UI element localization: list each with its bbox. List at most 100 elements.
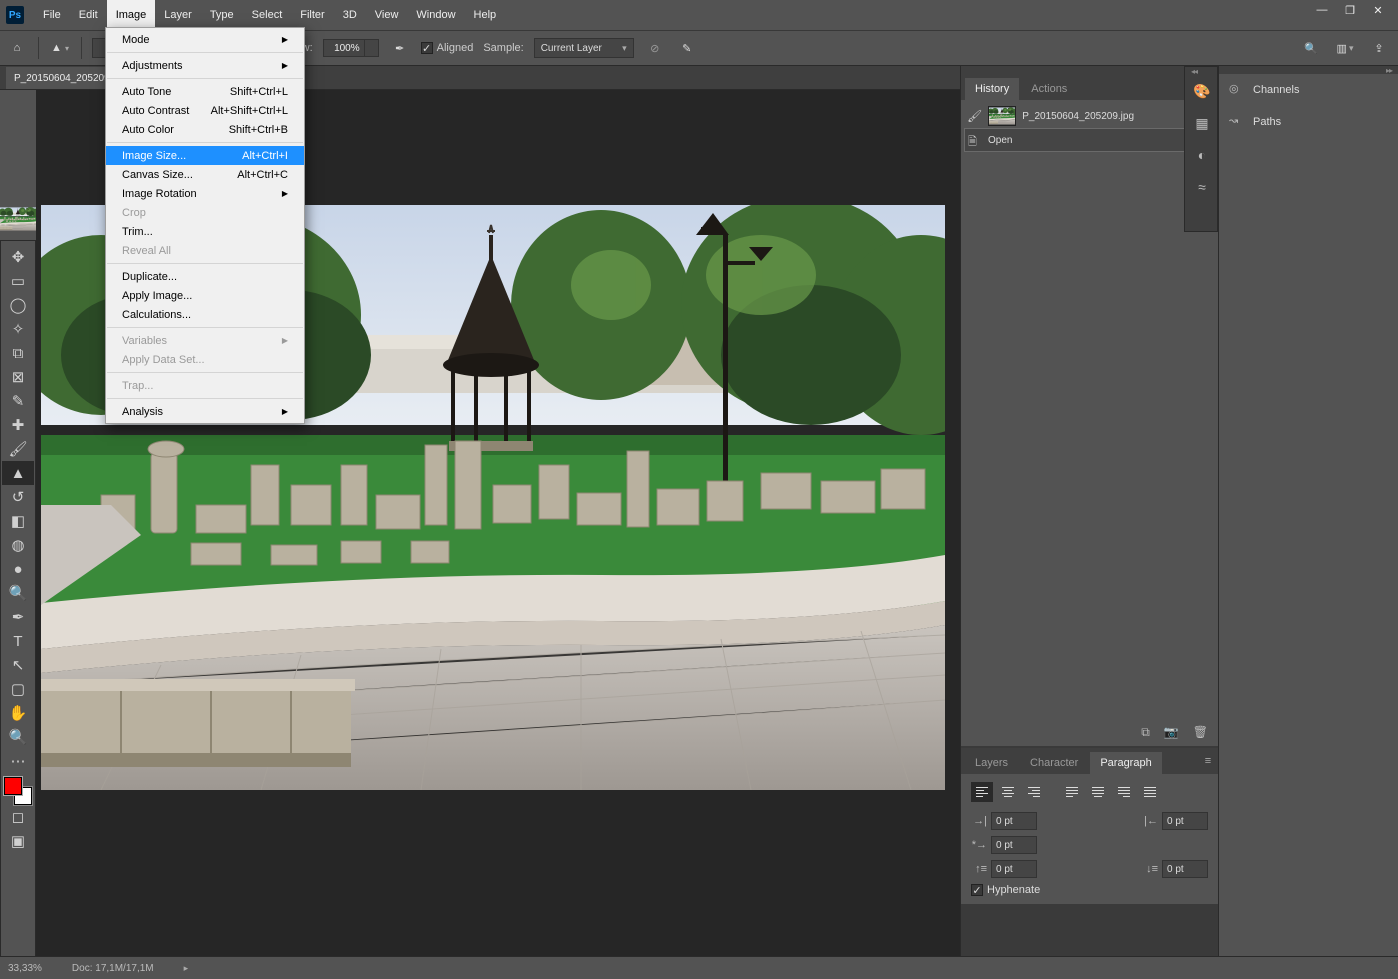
hand-tool[interactable]: ✋: [2, 701, 34, 725]
path-selection-tool[interactable]: ↖: [2, 653, 34, 677]
image-menu-adjustments[interactable]: Adjustments: [106, 56, 304, 75]
hyphenate-checkbox[interactable]: ✓ Hyphenate: [971, 884, 1208, 896]
first-line-field[interactable]: 0 pt: [991, 836, 1037, 854]
quick-mask-toggle[interactable]: ◻: [2, 805, 34, 829]
space-after-field[interactable]: 0 pt: [1162, 860, 1208, 878]
menu-edit[interactable]: Edit: [70, 0, 107, 30]
tool-preset-picker[interactable]: ▲: [49, 37, 71, 59]
menu-window[interactable]: Window: [407, 0, 464, 30]
delete-state-icon[interactable]: 🗑: [1193, 725, 1208, 739]
menu-image[interactable]: Image: [107, 0, 156, 30]
marquee-tool[interactable]: ▭: [2, 269, 34, 293]
paths-panel-button[interactable]: ↝ Paths: [1219, 106, 1398, 138]
tab-paragraph[interactable]: Paragraph: [1090, 752, 1161, 774]
sample-select[interactable]: Current Layer▾: [534, 38, 634, 58]
aligned-checkbox[interactable]: ✓ Aligned: [421, 42, 474, 54]
close-button[interactable]: ✕: [1364, 0, 1392, 20]
new-snapshot-icon[interactable]: 📷: [1164, 725, 1179, 739]
image-menu-image-rotation[interactable]: Image Rotation: [106, 184, 304, 203]
lasso-tool[interactable]: ◯: [2, 293, 34, 317]
align-left-button[interactable]: [971, 782, 993, 802]
minimize-button[interactable]: —: [1308, 0, 1336, 20]
menu-layer[interactable]: Layer: [155, 0, 201, 30]
justify-all-button[interactable]: [1139, 782, 1161, 802]
image-menu-auto-contrast[interactable]: Auto ContrastAlt+Shift+Ctrl+L: [106, 101, 304, 120]
justify-last-right-button[interactable]: [1113, 782, 1135, 802]
frame-tool[interactable]: ⊠: [2, 365, 34, 389]
image-menu-calculations[interactable]: Calculations...: [106, 305, 304, 324]
zoom-level[interactable]: 33,33%: [8, 963, 42, 974]
clone-stamp-tool[interactable]: ▲: [2, 461, 34, 485]
far-right-collapse-handle[interactable]: ▸▸: [1219, 66, 1398, 74]
search-icon[interactable]: 🔍: [1300, 37, 1322, 59]
color-swatches[interactable]: [4, 777, 32, 805]
flow-field[interactable]: 100%: [323, 39, 365, 57]
menu-3d[interactable]: 3D: [334, 0, 366, 30]
indent-left-field[interactable]: 0 pt: [991, 812, 1037, 830]
menu-select[interactable]: Select: [243, 0, 292, 30]
home-icon[interactable]: ⌂: [6, 37, 28, 59]
share-icon[interactable]: ⇪: [1368, 37, 1390, 59]
tab-actions[interactable]: Actions: [1021, 78, 1077, 100]
dodge-tool[interactable]: 🔍: [2, 581, 34, 605]
align-center-button[interactable]: [997, 782, 1019, 802]
dock-collapse-handle[interactable]: ▸▸: [961, 66, 1218, 74]
crop-tool[interactable]: ⧉: [2, 341, 34, 365]
floating-preview-thumb[interactable]: [0, 205, 36, 233]
tab-character[interactable]: Character: [1020, 752, 1088, 774]
new-snapshot-from-state-icon[interactable]: ⧉: [1141, 725, 1150, 740]
image-menu-mode[interactable]: Mode: [106, 30, 304, 49]
maximize-button[interactable]: ❐: [1336, 0, 1364, 20]
image-menu-analysis[interactable]: Analysis: [106, 402, 304, 421]
image-menu-duplicate[interactable]: Duplicate...: [106, 267, 304, 286]
menu-view[interactable]: View: [366, 0, 408, 30]
history-brush-tool[interactable]: ↺: [2, 485, 34, 509]
tab-layers[interactable]: Layers: [965, 752, 1018, 774]
indent-right-field[interactable]: 0 pt: [1162, 812, 1208, 830]
justify-last-center-button[interactable]: [1087, 782, 1109, 802]
menu-type[interactable]: Type: [201, 0, 243, 30]
menu-help[interactable]: Help: [465, 0, 506, 30]
type-tool[interactable]: T: [2, 629, 34, 653]
image-menu-auto-tone[interactable]: Auto ToneShift+Ctrl+L: [106, 82, 304, 101]
magic-wand-tool[interactable]: ✧: [2, 317, 34, 341]
document-tab[interactable]: P_20150604_205209: [6, 67, 118, 89]
foreground-color[interactable]: [4, 777, 22, 795]
airbrush-icon[interactable]: ✒: [389, 37, 411, 59]
history-state-open[interactable]: 🗎 Open: [964, 128, 1215, 152]
pen-tool[interactable]: ✒: [2, 605, 34, 629]
image-menu-apply-image[interactable]: Apply Image...: [106, 286, 304, 305]
edit-toolbar[interactable]: ⋯: [2, 749, 34, 773]
zoom-tool[interactable]: 🔍: [2, 725, 34, 749]
gradient-tool[interactable]: ◍: [2, 533, 34, 557]
image-menu-canvas-size[interactable]: Canvas Size...Alt+Ctrl+C: [106, 165, 304, 184]
blur-tool[interactable]: ●: [2, 557, 34, 581]
styles-panel-icon[interactable]: ≈: [1185, 171, 1219, 203]
menu-filter[interactable]: Filter: [291, 0, 333, 30]
paragraph-panel-menu-icon[interactable]: ≡: [1202, 748, 1214, 774]
image-menu-trim[interactable]: Trim...: [106, 222, 304, 241]
healing-brush-tool[interactable]: ✚: [2, 413, 34, 437]
document-size-label[interactable]: Doc: 17,1M/17,1M: [72, 963, 154, 974]
collapsed-dock-expand-handle[interactable]: ◂◂: [1185, 67, 1217, 75]
screen-mode-toggle[interactable]: ▣: [2, 829, 34, 853]
justify-last-left-button[interactable]: [1061, 782, 1083, 802]
ignore-adjustment-icon[interactable]: ⊘: [644, 37, 666, 59]
color-panel-icon[interactable]: 🎨: [1185, 75, 1219, 107]
brush-tool[interactable]: 🖌: [2, 437, 34, 461]
rectangle-tool[interactable]: ▢: [2, 677, 34, 701]
menu-file[interactable]: File: [34, 0, 70, 30]
status-more-icon[interactable]: ▸: [184, 963, 189, 974]
pressure-size-icon[interactable]: ✎: [676, 37, 698, 59]
image-menu-auto-color[interactable]: Auto ColorShift+Ctrl+B: [106, 120, 304, 139]
workspace-icon[interactable]: ▥▾: [1334, 37, 1356, 59]
eyedropper-tool[interactable]: ✎: [2, 389, 34, 413]
history-source-row[interactable]: 🖌 P_20150604_205209.jpg: [961, 104, 1218, 128]
image-menu-image-size[interactable]: Image Size...Alt+Ctrl+I: [106, 146, 304, 165]
space-before-field[interactable]: 0 pt: [991, 860, 1037, 878]
align-right-button[interactable]: [1023, 782, 1045, 802]
channels-panel-button[interactable]: ◎ Channels: [1219, 74, 1398, 106]
eraser-tool[interactable]: ◧: [2, 509, 34, 533]
adjustments-panel-icon[interactable]: ◐: [1185, 139, 1219, 171]
flow-dropdown[interactable]: [365, 39, 379, 57]
